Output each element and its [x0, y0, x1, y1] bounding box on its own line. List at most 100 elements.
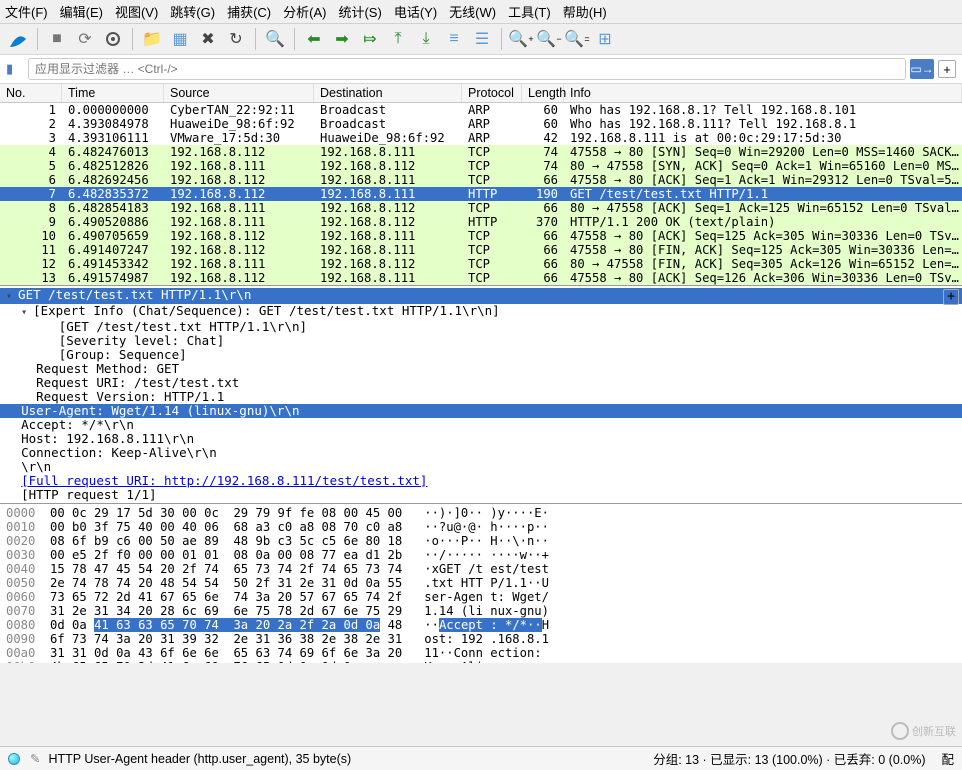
hex-line[interactable]: 00b0 4b 65 65 70 2d 41 6c 69 76 65 0d 0a…: [6, 660, 956, 663]
cell-proto: HTTP: [462, 215, 522, 229]
packet-row[interactable]: 46.482476013192.168.8.112192.168.8.111TC…: [0, 145, 962, 159]
col-head-proto[interactable]: Protocol: [462, 84, 522, 102]
detail-line[interactable]: \r\n: [21, 459, 51, 474]
last-icon[interactable]: ⤓: [414, 27, 438, 51]
menu-help[interactable]: 帮助(H): [563, 2, 607, 21]
zoom-reset-icon[interactable]: 🔍=: [565, 27, 589, 51]
bookmark-icon[interactable]: ▮: [6, 61, 24, 77]
hex-line[interactable]: 0000 00 0c 29 17 5d 30 00 0c 29 79 9f fe…: [6, 506, 956, 520]
packet-row[interactable]: 136.491574987192.168.8.112192.168.8.111T…: [0, 271, 962, 285]
detail-line[interactable]: [Expert Info (Chat/Sequence): GET /test/…: [33, 303, 500, 318]
expression-button[interactable]: ▭→: [910, 59, 934, 79]
cell-len: 66: [522, 229, 564, 243]
menu-telephony[interactable]: 电话(Y): [394, 2, 437, 21]
packet-row[interactable]: 106.490705659192.168.8.112192.168.8.111T…: [0, 229, 962, 243]
col-head-info[interactable]: Info: [564, 84, 962, 102]
detail-line[interactable]: Request Version: HTTP/1.1: [36, 389, 224, 404]
hex-line[interactable]: 0080 0d 0a 41 63 63 65 70 74 3a 20 2a 2f…: [6, 618, 956, 632]
hex-line[interactable]: 0020 08 6f b9 c6 00 50 ae 89 48 9b c3 5c…: [6, 534, 956, 548]
options-icon[interactable]: [101, 27, 125, 51]
menu-go[interactable]: 跳转(G): [170, 2, 215, 21]
cell-proto: HTTP: [462, 187, 522, 201]
col-head-dst[interactable]: Destination: [314, 84, 462, 102]
expander-icon[interactable]: [6, 287, 18, 302]
zoom-out-icon[interactable]: 🔍−: [537, 27, 561, 51]
packet-row[interactable]: 116.491407247192.168.8.112192.168.8.111T…: [0, 243, 962, 257]
packet-row[interactable]: 56.482512826192.168.8.111192.168.8.112TC…: [0, 159, 962, 173]
detail-line[interactable]: Request URI: /test/test.txt: [36, 375, 239, 390]
hex-line[interactable]: 0050 2e 74 78 74 20 48 54 54 50 2f 31 2e…: [6, 576, 956, 590]
menu-tools[interactable]: 工具(T): [508, 2, 551, 21]
stop-icon[interactable]: ■: [45, 27, 69, 51]
hex-line[interactable]: 0060 73 65 72 2d 41 67 65 6e 74 3a 20 57…: [6, 590, 956, 604]
close-icon[interactable]: ✖: [196, 27, 220, 51]
cell-info: 80 → 47558 [FIN, ACK] Seq=305 Ack=126 Wi…: [564, 257, 962, 271]
reload-icon[interactable]: ↻: [224, 27, 248, 51]
packet-row[interactable]: 66.482692456192.168.8.112192.168.8.111TC…: [0, 173, 962, 187]
hex-line[interactable]: 0090 6f 73 74 3a 20 31 39 32 2e 31 36 38…: [6, 632, 956, 646]
hex-line[interactable]: 0030 00 e5 2f f0 00 00 01 01 08 0a 00 08…: [6, 548, 956, 562]
detail-line[interactable]: [HTTP request 1/1]: [21, 487, 156, 502]
packet-row[interactable]: 76.482835372192.168.8.112192.168.8.111HT…: [0, 187, 962, 201]
cell-src: 192.168.8.112: [164, 271, 314, 285]
menu-capture[interactable]: 捕获(C): [227, 2, 271, 21]
detail-line-uri[interactable]: [Full request URI: http://192.168.8.111/…: [21, 474, 427, 488]
packet-row[interactable]: 96.490520886192.168.8.111192.168.8.112HT…: [0, 215, 962, 229]
col-head-src[interactable]: Source: [164, 84, 314, 102]
menu-analyze[interactable]: 分析(A): [283, 2, 326, 21]
detail-line[interactable]: [Severity level: Chat]: [59, 333, 225, 348]
colorize-icon[interactable]: ☰: [470, 27, 494, 51]
detail-line[interactable]: User-Agent: Wget/1.14 (linux-gnu)\r\n: [21, 403, 299, 418]
packet-row[interactable]: 10.000000000CyberTAN_22:92:11BroadcastAR…: [0, 103, 962, 117]
detail-line[interactable]: GET /test/test.txt HTTP/1.1\r\n: [18, 287, 251, 302]
detail-line[interactable]: Accept: */*\r\n: [21, 417, 134, 432]
packet-row[interactable]: 86.482854183192.168.8.111192.168.8.112TC…: [0, 201, 962, 215]
cell-dst: 192.168.8.111: [314, 243, 462, 257]
first-icon[interactable]: ⤒: [386, 27, 410, 51]
expert-info-icon[interactable]: [8, 753, 20, 765]
hex-line[interactable]: 00a0 31 31 0d 0a 43 6f 6e 6e 65 63 74 69…: [6, 646, 956, 660]
open-icon[interactable]: 📁: [140, 27, 164, 51]
cell-len: 66: [522, 243, 564, 257]
resize-columns-icon[interactable]: ⊞: [593, 27, 617, 51]
menu-edit[interactable]: 编辑(E): [60, 2, 103, 21]
menu-view[interactable]: 视图(V): [115, 2, 158, 21]
menu-stats[interactable]: 统计(S): [338, 2, 381, 21]
expander-icon[interactable]: [21, 303, 33, 318]
cell-proto: TCP: [462, 243, 522, 257]
col-head-no[interactable]: No.: [0, 84, 62, 102]
restart-icon[interactable]: ⟳: [73, 27, 97, 51]
pencil-icon[interactable]: ✎: [30, 751, 40, 766]
back-icon[interactable]: ⬅: [302, 27, 326, 51]
status-profile[interactable]: 配: [941, 749, 954, 768]
col-head-len[interactable]: Length: [522, 84, 564, 102]
autoscroll-icon[interactable]: ≡: [442, 27, 466, 51]
cell-dst: 192.168.8.112: [314, 257, 462, 271]
detail-line[interactable]: [Group: Sequence]: [59, 347, 187, 362]
packet-row[interactable]: 34.393106111VMware_17:5d:30HuaweiDe_98:6…: [0, 131, 962, 145]
packet-row[interactable]: 126.491453342192.168.8.111192.168.8.112T…: [0, 257, 962, 271]
display-filter-input[interactable]: [28, 58, 906, 80]
cell-time: 6.482835372: [62, 187, 164, 201]
col-head-time[interactable]: Time: [62, 84, 164, 102]
pane-options-button[interactable]: +: [943, 289, 959, 305]
hex-line[interactable]: 0040 15 78 47 45 54 20 2f 74 65 73 74 2f…: [6, 562, 956, 576]
zoom-in-icon[interactable]: 🔍+: [509, 27, 533, 51]
separator: [255, 28, 256, 50]
menu-wireless[interactable]: 无线(W): [449, 2, 496, 21]
detail-line[interactable]: Host: 192.168.8.111\r\n: [21, 431, 194, 446]
menubar: 文件(F) 编辑(E) 视图(V) 跳转(G) 捕获(C) 分析(A) 统计(S…: [0, 0, 962, 24]
forward-icon[interactable]: ➡: [330, 27, 354, 51]
jump-icon[interactable]: ⤇: [358, 27, 382, 51]
packet-row[interactable]: 24.393084978HuaweiDe_98:6f:92BroadcastAR…: [0, 117, 962, 131]
hex-line[interactable]: 0070 31 2e 31 34 20 28 6c 69 6e 75 78 2d…: [6, 604, 956, 618]
hex-line[interactable]: 0010 00 b0 3f 75 40 00 40 06 68 a3 c0 a8…: [6, 520, 956, 534]
detail-line[interactable]: Request Method: GET: [36, 361, 179, 376]
save-icon[interactable]: ▦: [168, 27, 192, 51]
detail-line[interactable]: [GET /test/test.txt HTTP/1.1\r\n]: [59, 319, 307, 334]
add-filter-button[interactable]: +: [938, 60, 956, 78]
detail-line[interactable]: Connection: Keep-Alive\r\n: [21, 445, 217, 460]
menu-file[interactable]: 文件(F): [5, 2, 48, 21]
cell-proto: ARP: [462, 117, 522, 131]
find-icon[interactable]: 🔍: [263, 27, 287, 51]
